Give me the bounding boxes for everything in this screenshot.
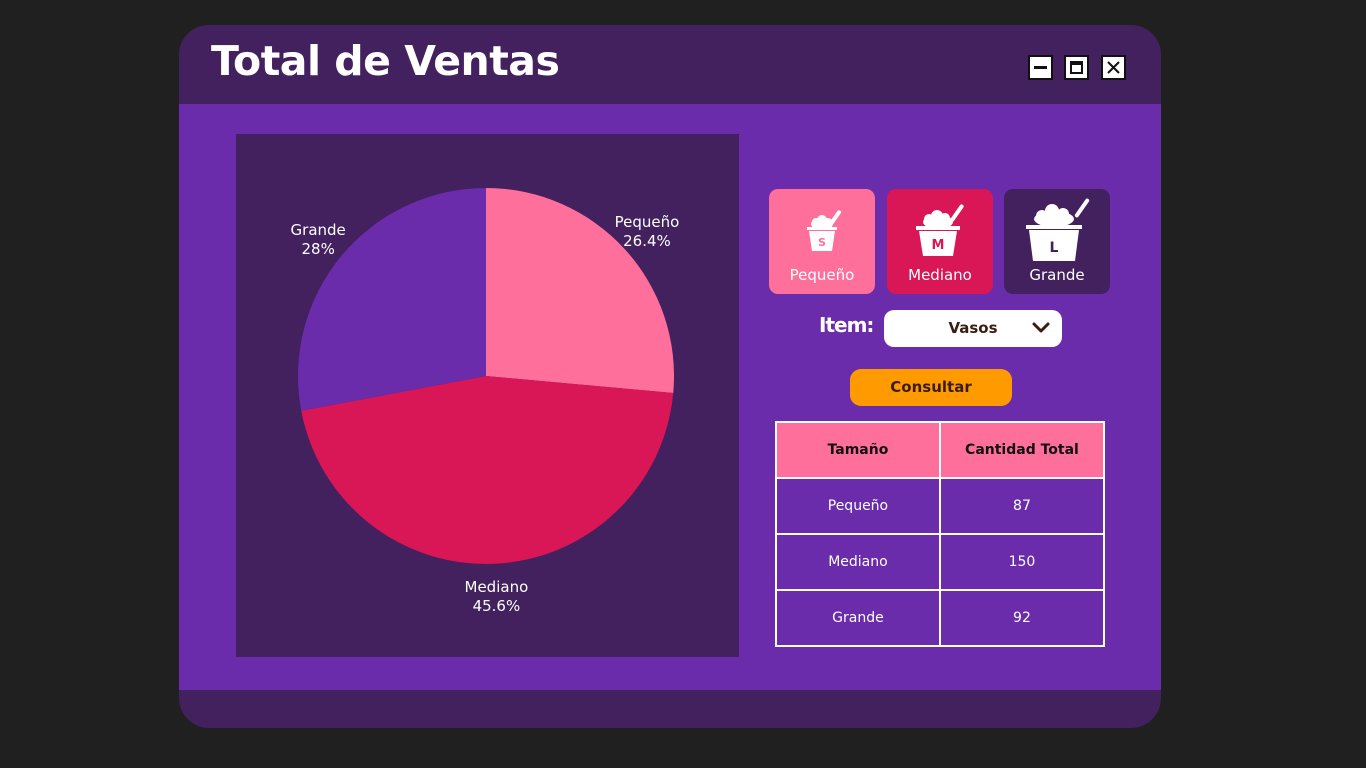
size-card-label: Grande bbox=[1029, 266, 1085, 284]
size-card-mediano[interactable]: M Mediano bbox=[887, 189, 993, 294]
pie-category-label: Pequeño bbox=[615, 213, 680, 231]
table-header: Tamaño bbox=[775, 421, 941, 479]
size-card-label: Mediano bbox=[908, 266, 972, 284]
title-bar[interactable]: Total de Ventas bbox=[179, 25, 1161, 104]
table-cell: Pequeño bbox=[775, 477, 941, 535]
window-body: Pequeño 26.4% Mediano 45.6% Grande 28% S Pequ… bbox=[179, 104, 1161, 690]
ice-cream-cup-medium-icon: M bbox=[916, 204, 964, 256]
sales-window: Total de Ventas Pequeño 26.4% Mediano 45.6%… bbox=[179, 25, 1161, 728]
pie-category-label: Mediano bbox=[465, 578, 529, 596]
pie-percent-label: 45.6% bbox=[473, 597, 521, 615]
pie-chart-panel: Pequeño 26.4% Mediano 45.6% Grande 28% bbox=[236, 134, 739, 657]
table-row: Grande 92 bbox=[775, 589, 1106, 647]
pie-percent-label: 28% bbox=[302, 240, 335, 258]
table-header-row: Tamaño Cantidad Total bbox=[775, 421, 1106, 479]
table-cell: Grande bbox=[775, 589, 941, 647]
table-row: Pequeño 87 bbox=[775, 477, 1106, 535]
table-row: Mediano 150 bbox=[775, 533, 1106, 591]
table-header: Cantidad Total bbox=[938, 421, 1106, 479]
ice-cream-cup-small-icon: S bbox=[807, 210, 842, 251]
table-cell: 92 bbox=[938, 589, 1106, 647]
table-cell: 150 bbox=[938, 533, 1106, 591]
maximize-button[interactable] bbox=[1064, 55, 1089, 80]
size-card-grande[interactable]: L Grande bbox=[1004, 189, 1110, 294]
consult-button[interactable]: Consultar bbox=[850, 369, 1012, 406]
ice-cream-cup-large-icon: L bbox=[1026, 198, 1090, 261]
close-button[interactable] bbox=[1101, 55, 1126, 80]
minimize-button[interactable] bbox=[1028, 55, 1053, 80]
size-badge: M bbox=[932, 238, 945, 253]
item-select[interactable]: Vasos bbox=[884, 310, 1062, 347]
results-table: Tamaño Cantidad Total Pequeño 87 Mediano… bbox=[775, 421, 1106, 647]
item-label: Item: bbox=[819, 313, 874, 337]
pie-category-label: Grande bbox=[291, 221, 346, 239]
size-badge: S bbox=[818, 236, 826, 249]
window-title: Total de Ventas bbox=[211, 37, 560, 85]
pie-percent-label: 26.4% bbox=[623, 232, 671, 250]
maximize-icon bbox=[1070, 61, 1083, 74]
pie-slice-2 bbox=[301, 376, 674, 565]
table-cell: 87 bbox=[938, 477, 1106, 535]
minimize-icon bbox=[1034, 66, 1047, 69]
size-card-pequeno[interactable]: S Pequeño bbox=[769, 189, 875, 294]
close-icon bbox=[1107, 61, 1120, 74]
size-badge: L bbox=[1050, 240, 1059, 256]
chevron-down-icon bbox=[1032, 322, 1050, 333]
table-cell: Mediano bbox=[775, 533, 941, 591]
size-card-label: Pequeño bbox=[789, 266, 855, 284]
pie-chart: Pequeño26.4% Mediano45.6% Grande28% bbox=[291, 188, 680, 615]
